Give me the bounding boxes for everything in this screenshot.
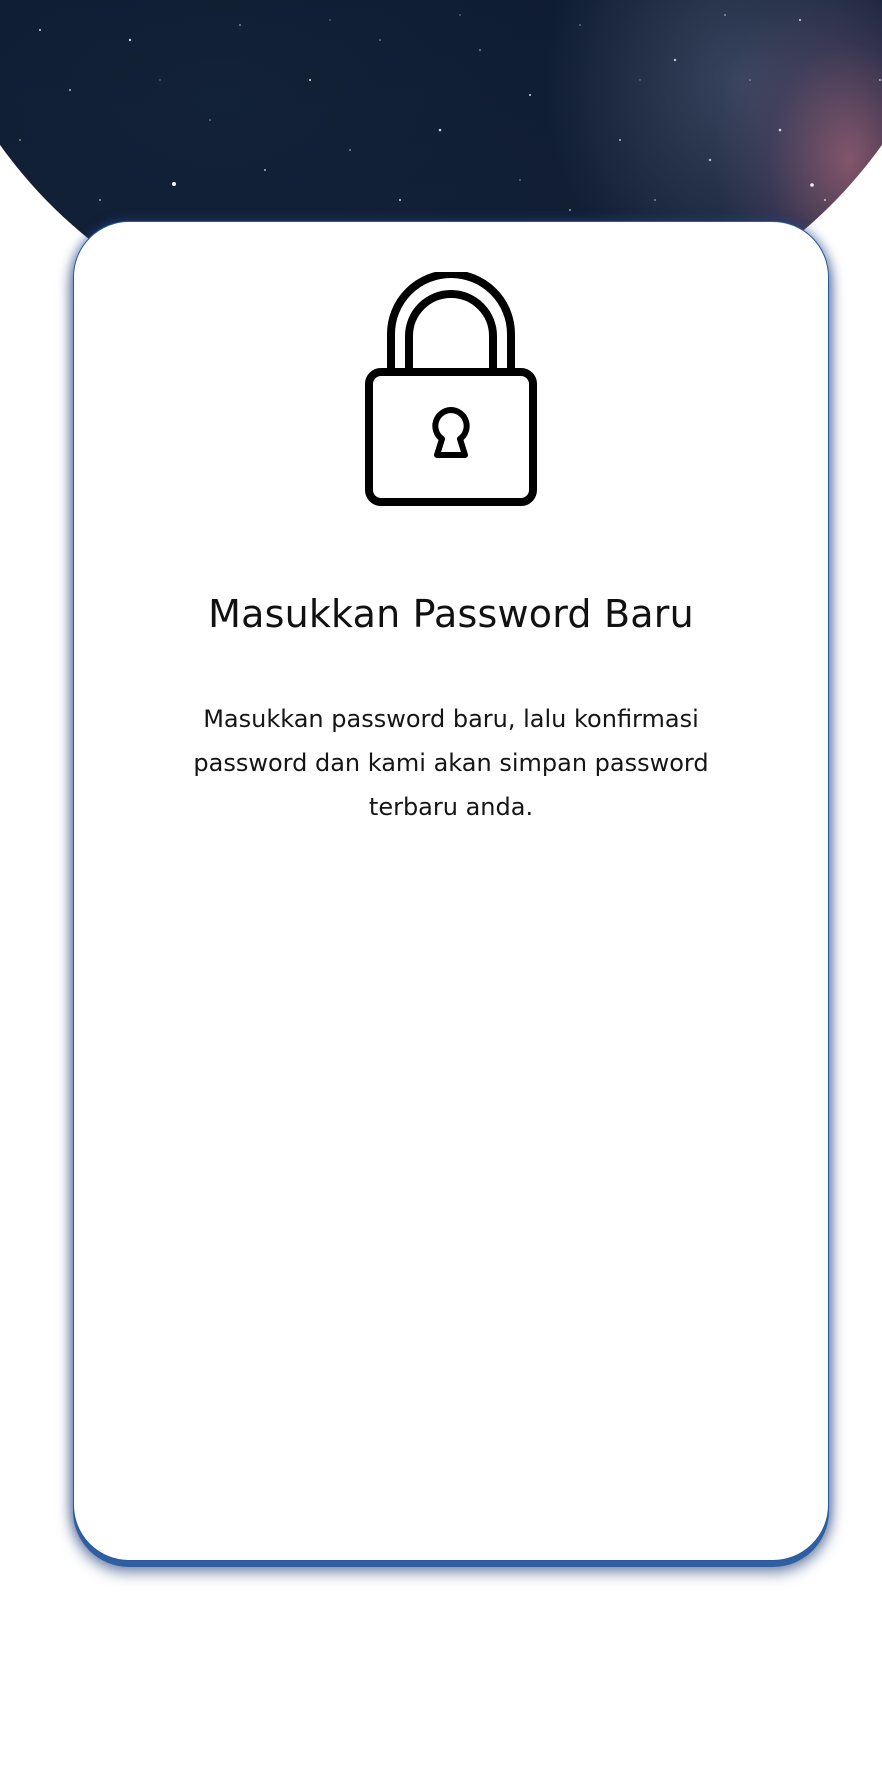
reset-password-card: Masukkan Password Baru Masukkan password… [73, 221, 829, 1561]
lock-icon [361, 270, 541, 512]
page-title: Masukkan Password Baru [208, 592, 694, 636]
page-description: Masukkan password baru, lalu konfirmasi … [193, 705, 709, 821]
reset-password-screen: Masukkan Password Baru Masukkan password… [0, 0, 882, 1782]
